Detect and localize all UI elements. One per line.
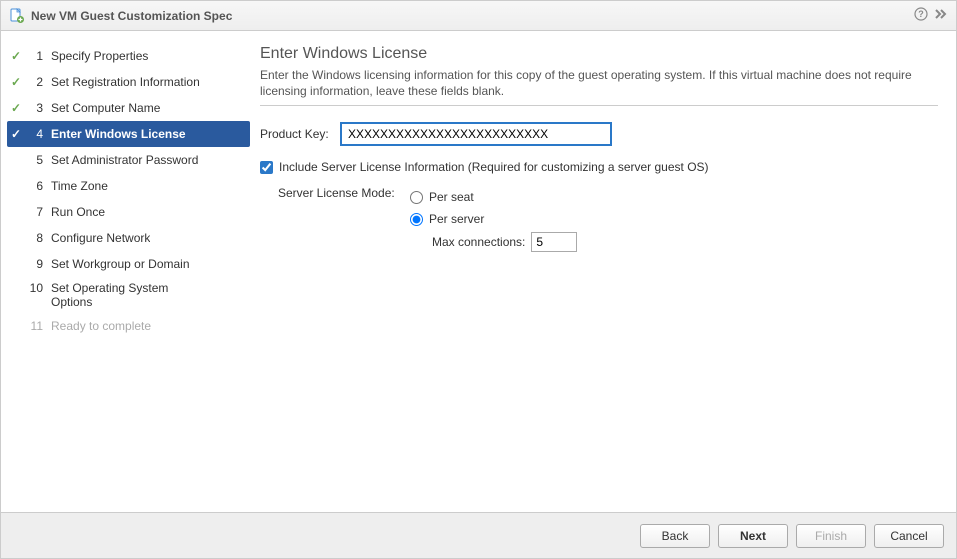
step-set-computer-name[interactable]: ✓ 3 Set Computer Name — [1, 95, 256, 121]
step-label: Configure Network — [51, 231, 150, 245]
include-server-label: Include Server License Information (Requ… — [279, 160, 709, 174]
step-ready-to-complete: 11 Ready to complete — [1, 313, 256, 339]
footer: Back Next Finish Cancel — [1, 512, 956, 558]
cancel-button[interactable]: Cancel — [874, 524, 944, 548]
divider — [260, 105, 938, 106]
step-specify-properties[interactable]: ✓ 1 Specify Properties — [1, 43, 256, 69]
include-server-row: Include Server License Information (Requ… — [260, 160, 938, 174]
check-icon: ✓ — [9, 101, 23, 115]
max-connections-label: Max connections: — [432, 235, 525, 249]
server-mode-row: Server License Mode: Per seat Per server… — [260, 186, 938, 252]
include-server-checkbox[interactable] — [260, 161, 273, 174]
document-add-icon — [9, 8, 25, 24]
product-key-input[interactable] — [340, 122, 612, 146]
server-mode-label: Server License Mode: — [260, 186, 410, 252]
per-seat-label: Per seat — [429, 190, 474, 204]
max-connections-row: Max connections: — [432, 232, 577, 252]
expand-icon[interactable] — [934, 7, 948, 24]
product-key-label: Product Key: — [260, 127, 340, 141]
titlebar: New VM Guest Customization Spec ? — [1, 1, 956, 31]
step-label: Specify Properties — [51, 49, 148, 63]
step-run-once[interactable]: 7 Run Once — [1, 199, 256, 225]
help-icon[interactable]: ? — [914, 7, 928, 24]
step-label: Run Once — [51, 205, 105, 219]
step-label: Time Zone — [51, 179, 108, 193]
next-button[interactable]: Next — [718, 524, 788, 548]
window-title: New VM Guest Customization Spec — [31, 9, 232, 23]
step-set-registration-info[interactable]: ✓ 2 Set Registration Information — [1, 69, 256, 95]
step-set-admin-password[interactable]: 5 Set Administrator Password — [1, 147, 256, 173]
product-key-row: Product Key: — [260, 122, 938, 146]
step-label: Set Administrator Password — [51, 153, 198, 167]
max-connections-input[interactable] — [531, 232, 577, 252]
wizard-sidebar: ✓ 1 Specify Properties ✓ 2 Set Registrat… — [1, 31, 256, 512]
step-time-zone[interactable]: 6 Time Zone — [1, 173, 256, 199]
svg-text:?: ? — [918, 9, 924, 19]
per-server-radio[interactable] — [410, 213, 423, 226]
step-label: Set Workgroup or Domain — [51, 257, 190, 271]
check-icon: ✓ — [9, 127, 23, 141]
per-server-label: Per server — [429, 212, 484, 226]
panel-heading: Enter Windows License — [260, 45, 938, 63]
content-panel: Enter Windows License Enter the Windows … — [256, 31, 956, 512]
step-label: Ready to complete — [51, 319, 151, 333]
step-label: Set Registration Information — [51, 75, 200, 89]
step-label: Enter Windows License — [51, 127, 186, 141]
step-label: Set Operating System Options — [51, 281, 201, 309]
check-icon: ✓ — [9, 75, 23, 89]
step-label: Set Computer Name — [51, 101, 160, 115]
panel-description: Enter the Windows licensing information … — [260, 67, 938, 99]
step-os-options[interactable]: 10 Set Operating System Options — [1, 277, 256, 313]
back-button[interactable]: Back — [640, 524, 710, 548]
per-seat-radio[interactable] — [410, 191, 423, 204]
finish-button: Finish — [796, 524, 866, 548]
step-enter-windows-license[interactable]: ✓ 4 Enter Windows License — [7, 121, 250, 147]
step-configure-network[interactable]: 8 Configure Network — [1, 225, 256, 251]
step-workgroup-or-domain[interactable]: 9 Set Workgroup or Domain — [1, 251, 256, 277]
check-icon: ✓ — [9, 49, 23, 63]
